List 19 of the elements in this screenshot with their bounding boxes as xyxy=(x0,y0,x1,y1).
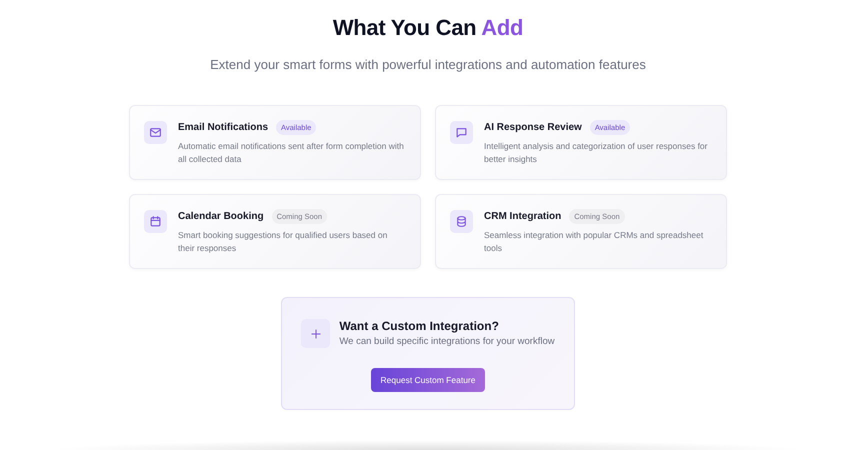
page-subtitle: Extend your smart forms with powerful integrations and automation features xyxy=(210,57,646,72)
feature-title: Calendar Booking xyxy=(178,211,264,222)
calendar-icon xyxy=(149,215,162,228)
page-title: What You Can xyxy=(332,15,478,40)
feature-title: AI Response Review xyxy=(484,122,582,133)
feature-description: Automatic email notifications sent after form completion with all collected data xyxy=(178,140,405,166)
chat-bubble-icon xyxy=(455,126,468,139)
feature-title: Email Notifications xyxy=(178,122,268,133)
plus-icon xyxy=(308,326,323,340)
request-button[interactable]: Request Custom Feature xyxy=(370,368,486,392)
envelope-icon xyxy=(149,126,162,139)
custom-title: Want a Custom Integration? xyxy=(339,319,500,333)
custom-description: We can build specific integrations for your workflow xyxy=(339,336,555,347)
feature-description: Intelligent analysis and categorization of user responses for better insights xyxy=(484,140,708,166)
feature-description: Seamless integration with popular CRMs and spreadsheet tools xyxy=(484,229,704,255)
database-icon xyxy=(455,215,468,228)
feature-title: CRM Integration xyxy=(484,211,562,222)
page-title-highlight: Add xyxy=(481,15,524,40)
feature-description: Smart booking suggestions for qualified users based on their responses xyxy=(178,229,388,255)
